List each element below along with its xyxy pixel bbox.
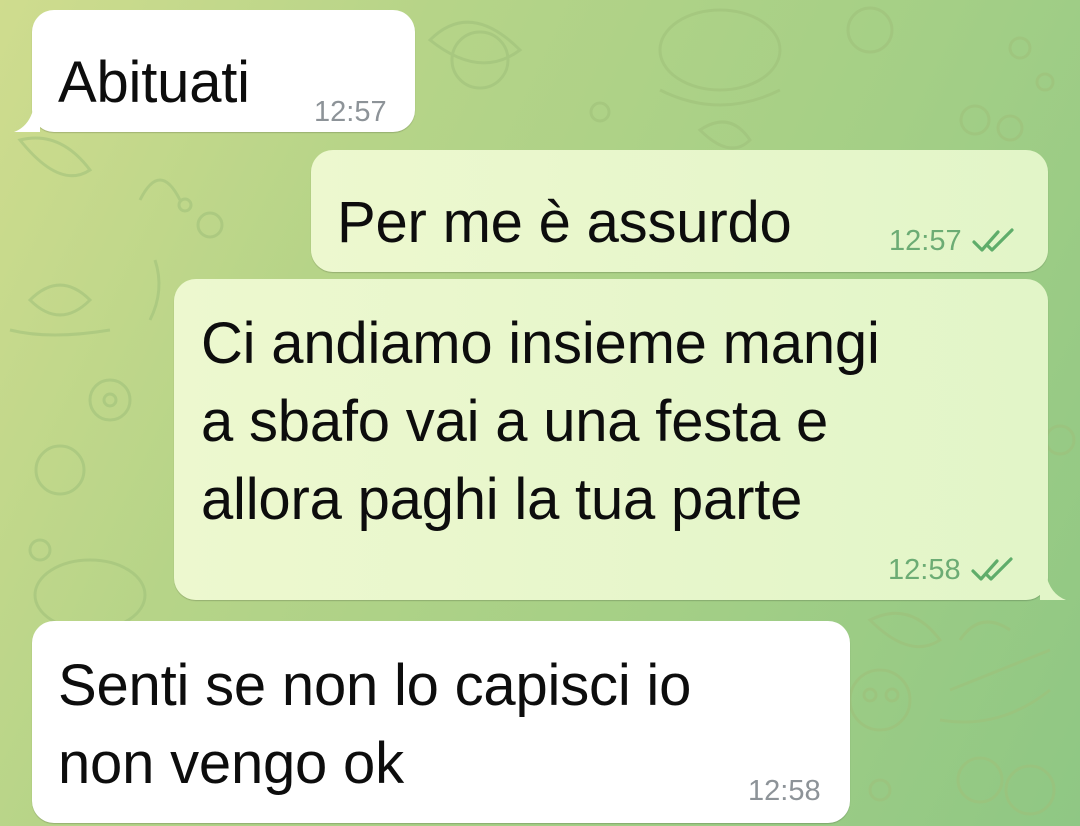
message-text: Ci andiamo insieme mangi a sbafo vai a u… xyxy=(201,311,880,532)
timestamp: 12:58 xyxy=(888,554,961,586)
message-bubble-outgoing[interactable]: Per me è assurdo 12:57 xyxy=(311,150,1048,272)
message-meta: 12:58 xyxy=(888,554,1017,586)
message-bubble-outgoing[interactable]: Ci andiamo insieme mangi a sbafo vai a u… xyxy=(174,279,1066,600)
message-text: Per me è assurdo xyxy=(337,190,792,255)
bubble-tail-icon xyxy=(14,106,40,132)
message-text: Abituati xyxy=(58,50,250,115)
message-time: 12:57 xyxy=(314,96,387,128)
double-check-icon xyxy=(970,557,1013,581)
double-check-icon xyxy=(971,228,1014,252)
message-text: Senti se non lo capisci io non vengo ok xyxy=(58,653,692,796)
message-bubble-incoming[interactable]: Senti se non lo capisci io non vengo ok … xyxy=(32,621,850,823)
timestamp: 12:58 xyxy=(748,775,821,807)
timestamp: 12:57 xyxy=(889,225,962,257)
message-bubble-incoming[interactable]: Abituati 12:57 xyxy=(14,10,415,132)
message-meta: 12:57 xyxy=(889,225,1018,257)
message-time: 12:58 xyxy=(748,775,821,807)
bubble-tail-icon xyxy=(1040,574,1066,600)
timestamp: 12:57 xyxy=(314,96,387,128)
